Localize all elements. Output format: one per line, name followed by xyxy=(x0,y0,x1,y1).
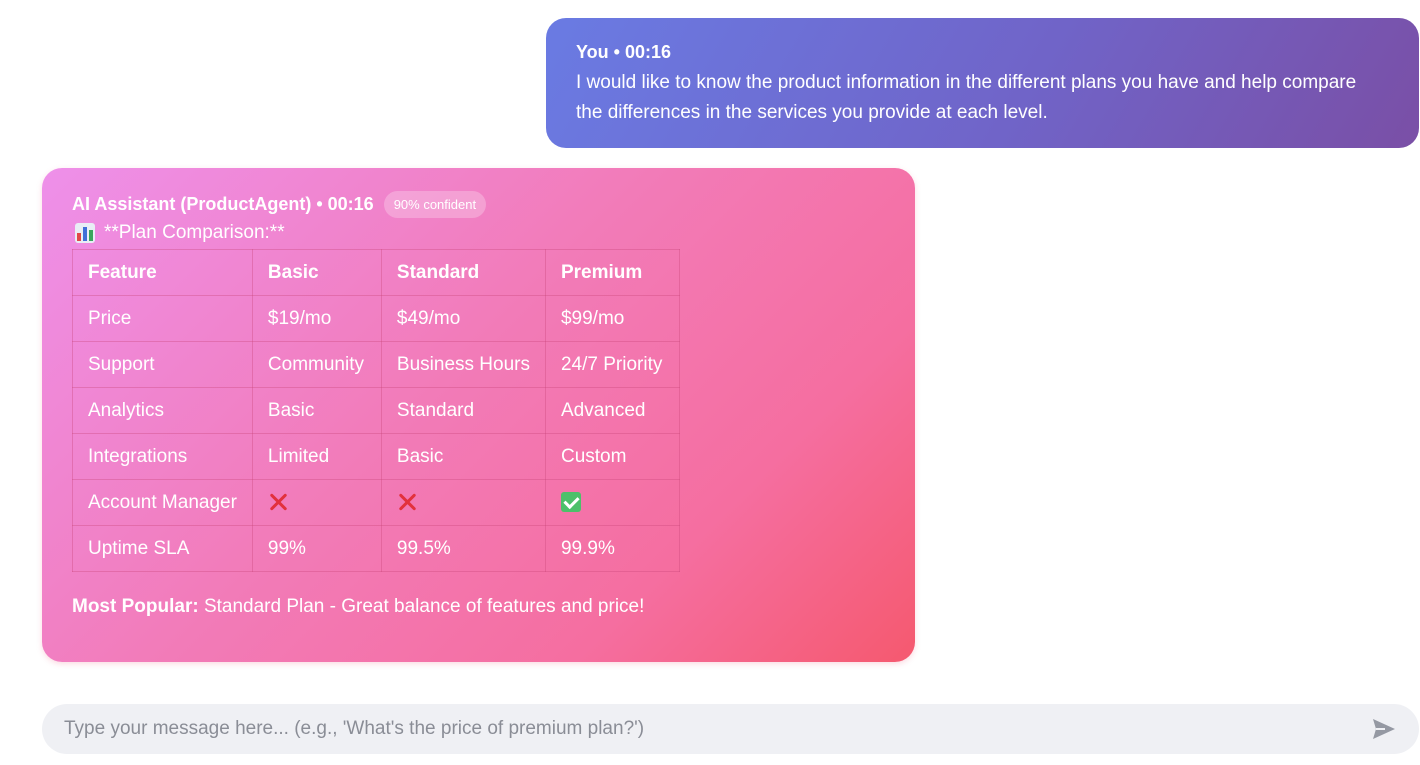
most-popular-text: Standard Plan - Great balance of feature… xyxy=(198,596,645,617)
bar-chart-icon xyxy=(75,223,95,243)
ai-message-bubble: AI Assistant (ProductAgent) • 00:16 90% … xyxy=(42,168,915,662)
table-row: Analytics Basic Standard Advanced xyxy=(72,387,680,434)
table-cell: 99% xyxy=(251,525,382,572)
table-cell xyxy=(380,479,546,526)
most-popular-label: Most Popular: xyxy=(72,596,199,617)
table-cell: Community xyxy=(251,341,382,388)
table-cell: $19/mo xyxy=(251,295,382,342)
message-input-bar xyxy=(42,704,1419,754)
table-cell: Account Manager xyxy=(72,479,253,526)
send-button[interactable] xyxy=(1371,716,1397,742)
table-row: Uptime SLA 99% 99.5% 99.9% xyxy=(72,525,680,572)
table-cell: $49/mo xyxy=(380,295,546,342)
table-cell: 99.5% xyxy=(380,525,546,572)
chat-window: You • 00:16 I would like to know the pro… xyxy=(0,0,1420,765)
table-cell xyxy=(544,479,680,526)
user-message-text: I would like to know the product informa… xyxy=(576,72,1357,123)
plan-comparison-heading-text: **Plan Comparison:** xyxy=(104,222,285,243)
cross-mark-icon xyxy=(397,492,417,512)
table-cell: Support xyxy=(72,341,253,388)
table-cell: Integrations xyxy=(72,433,253,480)
user-message-bubble: You • 00:16 I would like to know the pro… xyxy=(546,18,1419,148)
table-header-row: Feature Basic Standard Premium xyxy=(72,249,680,296)
plan-comparison-heading: **Plan Comparison:** xyxy=(72,218,885,248)
check-mark-icon xyxy=(560,492,581,513)
cross-mark-icon xyxy=(268,492,288,512)
table-cell: $99/mo xyxy=(544,295,680,342)
table-header-cell: Basic xyxy=(251,249,382,296)
table-row: Account Manager xyxy=(72,479,680,526)
table-cell: 24/7 Priority xyxy=(544,341,680,388)
plan-comparison-table: Feature Basic Standard Premium Price $19… xyxy=(72,249,680,572)
ai-message-meta: AI Assistant (ProductAgent) • 00:16 xyxy=(72,193,374,214)
table-cell: Price xyxy=(72,295,253,342)
table-row: Support Community Business Hours 24/7 Pr… xyxy=(72,341,680,388)
send-icon xyxy=(1373,719,1395,739)
confidence-badge: 90% confident xyxy=(383,190,487,218)
table-header-cell: Standard xyxy=(380,249,546,296)
table-cell: Advanced xyxy=(544,387,680,434)
table-cell: 99.9% xyxy=(544,525,680,572)
table-cell: Business Hours xyxy=(380,341,546,388)
table-cell: Uptime SLA xyxy=(72,525,253,572)
most-popular-note: Most Popular: Standard Plan - Great bala… xyxy=(72,596,885,618)
table-header-cell: Feature xyxy=(72,249,253,296)
table-cell: Basic xyxy=(380,433,546,480)
ai-message-header: AI Assistant (ProductAgent) • 00:16 90% … xyxy=(72,190,885,218)
table-row: Integrations Limited Basic Custom xyxy=(72,433,680,480)
table-cell: Basic xyxy=(251,387,382,434)
table-header-cell: Premium xyxy=(544,249,680,296)
table-cell: Limited xyxy=(251,433,382,480)
table-row: Price $19/mo $49/mo $99/mo xyxy=(72,295,680,342)
message-input[interactable] xyxy=(64,718,1371,740)
table-cell: Analytics xyxy=(72,387,253,434)
user-message-meta: You • 00:16 xyxy=(576,42,672,62)
table-cell: Standard xyxy=(380,387,546,434)
table-cell xyxy=(251,479,382,526)
table-cell: Custom xyxy=(544,433,680,480)
